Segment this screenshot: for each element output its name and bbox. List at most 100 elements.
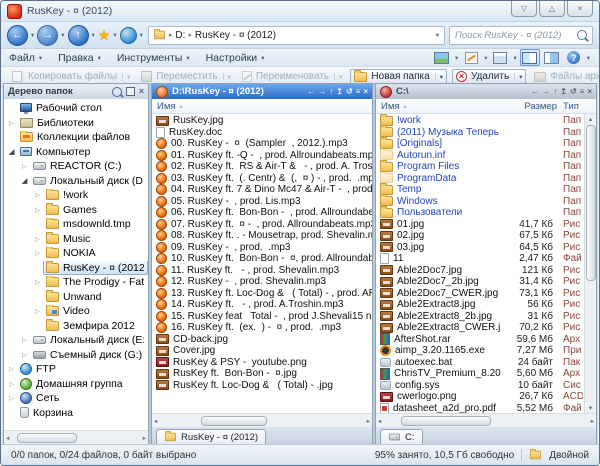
tree-scroll-thumb[interactable] — [17, 433, 77, 443]
scroll-left-icon[interactable]: ◂ — [378, 417, 381, 425]
toolbar-copy-button[interactable]: Копировать файлы▾ — [9, 70, 133, 83]
layout-dropdown-icon[interactable]: ▾ — [512, 54, 517, 62]
file-row[interactable]: 14. RusKey ft. - , prod. A.Troshin.mp3 — [152, 299, 372, 311]
panel-close-icon[interactable]: × — [363, 88, 368, 96]
file-row[interactable]: cwerlogo.png26,7 КбACD — [376, 391, 596, 403]
file-row[interactable]: 00. RusKey - ¤ (Sampler , 2012.).mp3 — [152, 138, 372, 150]
file-row[interactable]: (2011) Музыка Теперь ЛегальнаПап — [376, 127, 596, 139]
tree-item[interactable]: ▷Домашняя группа — [4, 377, 148, 392]
tree-undock-icon[interactable] — [126, 87, 135, 96]
toolbar-move-button[interactable]: Переместить▾ — [138, 70, 234, 83]
expander-icon[interactable]: ▷ — [19, 351, 30, 359]
file-row[interactable]: config.sys10 байтСис — [376, 380, 596, 392]
panel-menu-icon[interactable]: ≡ — [356, 88, 361, 96]
tree-item[interactable]: ◢Локальный диск (D:) — [4, 174, 148, 189]
minimize-button[interactable]: ▽ — [511, 1, 537, 17]
file-row[interactable]: !workПап — [376, 115, 596, 127]
panel-c-vertical-scrollbar[interactable]: ▴ ▾ — [584, 114, 596, 413]
file-row[interactable]: Able2Extract8_CWER.jpg70,2 КбРис — [376, 322, 596, 334]
scroll-left-icon[interactable]: ◂ — [6, 434, 9, 442]
panel-d-horizontal-scrollbar[interactable]: ◂ ▸ — [152, 413, 372, 427]
panel-back-icon[interactable]: ← — [307, 88, 315, 96]
tree-item[interactable]: Коллекции файлов — [4, 130, 148, 145]
tree-item[interactable]: ▷Локальный диск (E:) — [4, 333, 148, 348]
menu-item-2[interactable]: Инструменты▾ — [117, 52, 190, 64]
file-row[interactable]: 09. RusKey - , prod. .mp3 — [152, 242, 372, 254]
panel-d-column-header[interactable]: Имя▴ — [152, 99, 372, 114]
panel-c-scroll-thumb[interactable] — [586, 125, 596, 281]
tree-horizontal-scrollbar[interactable]: ◂ ▸ — [4, 430, 148, 444]
tree-item[interactable]: ▷FTP — [4, 362, 148, 377]
menu-item-0[interactable]: Файл▾ — [9, 52, 42, 64]
tree-item[interactable]: ▷Библиотеки — [4, 116, 148, 131]
file-row[interactable]: AfterShot.rar59,6 МбАрх — [376, 334, 596, 346]
file-row[interactable]: datasheet_a2d_pro.pdf5,52 МбФай — [376, 403, 596, 414]
tree-item[interactable]: RusKey - ¤ (2012) — [4, 261, 148, 276]
tree-item[interactable]: ◢Компьютер — [4, 145, 148, 160]
expander-icon[interactable]: ▷ — [32, 278, 43, 286]
up-dropdown-icon[interactable]: ▾ — [91, 31, 96, 39]
file-row[interactable]: 15. RusKey feat Total - , prod J.Shevali… — [152, 311, 372, 323]
tab-c-drive[interactable]: C: — [380, 429, 423, 444]
file-row[interactable]: RusKey ft. Bon-Bon - ¤.jpg — [152, 368, 372, 380]
expander-icon[interactable]: ▷ — [32, 307, 43, 315]
file-row[interactable]: Able2Doc7_2b.jpg31,4 КбРис — [376, 276, 596, 288]
search-box[interactable]: Поиск RusKey - ¤ (2012) — [449, 26, 593, 45]
file-row[interactable]: RusKey.jpg — [152, 115, 372, 127]
dual-pane-toggle[interactable] — [520, 49, 540, 66]
toolbar-newfolder-button[interactable]: Новая папка▾ — [350, 69, 447, 84]
file-row[interactable]: 112,47 КбФай — [376, 253, 596, 265]
file-row[interactable]: ProgramDataПап — [376, 173, 596, 185]
expander-icon[interactable]: ▷ — [32, 235, 43, 243]
tree-item[interactable]: ▷REACTOR (C:) — [4, 159, 148, 174]
panel-up-icon[interactable]: ↑ — [329, 88, 333, 96]
file-row[interactable]: 05. RusKey - , prod. Lis.mp3 — [152, 196, 372, 208]
back-button[interactable]: ← — [7, 25, 28, 46]
help-button[interactable]: ? — [564, 49, 584, 66]
file-row[interactable]: 01. RusKey ft. -Q - , prod. Allroundabea… — [152, 150, 372, 162]
toolbar-archive-button[interactable]: Файлы архивов▾ — [531, 70, 600, 83]
network-globe-icon[interactable] — [120, 27, 137, 44]
file-row[interactable]: Able2Doc7_CWER.jpg73,1 КбРис — [376, 288, 596, 300]
layout-button[interactable] — [490, 49, 510, 66]
scroll-left-icon[interactable]: ◂ — [154, 417, 157, 425]
image-tools-dropdown-icon[interactable]: ▾ — [454, 54, 459, 62]
favorites-star-icon[interactable]: ★ — [98, 28, 111, 42]
expander-icon[interactable]: ▷ — [6, 119, 17, 127]
edit-tools-dropdown-icon[interactable]: ▾ — [483, 54, 488, 62]
file-row[interactable]: TempПап — [376, 184, 596, 196]
file-row[interactable]: 08. RusKey ft. . - Mousetrap, prod. Shev… — [152, 230, 372, 242]
panel-root-icon[interactable]: ↥ — [336, 88, 343, 96]
file-row[interactable]: RusKey.doc — [152, 127, 372, 139]
expander-icon[interactable]: ▷ — [32, 206, 43, 214]
panel-root-icon[interactable]: ↥ — [560, 88, 567, 96]
tree-close-icon[interactable]: × — [139, 87, 144, 96]
expander-icon[interactable]: ◢ — [6, 147, 17, 156]
file-row[interactable]: 13. RusKey ft. Loc-Dog & ( Total) - , pr… — [152, 288, 372, 300]
file-row[interactable]: WindowsПап — [376, 196, 596, 208]
file-row[interactable]: 02. RusKey ft. RS & Air-T & - , prod. A.… — [152, 161, 372, 173]
panel-c-scroll-thumb-h[interactable] — [401, 416, 491, 426]
column-size-label[interactable]: Размер — [509, 101, 557, 112]
file-row[interactable]: CD-back.jpg — [152, 334, 372, 346]
expander-icon[interactable]: ▷ — [6, 394, 17, 402]
panel-back-icon[interactable]: ← — [531, 88, 539, 96]
preview-pane-button[interactable] — [542, 49, 562, 66]
file-row[interactable]: 10. RusKey ft. Bon-Bon - ¤, prod. Allrou… — [152, 253, 372, 265]
menu-item-3[interactable]: Настройки▾ — [206, 52, 265, 64]
back-dropdown-icon[interactable]: ▾ — [30, 31, 35, 39]
file-row[interactable]: RusKey & PSY - youtube.png — [152, 357, 372, 369]
file-row[interactable]: ChrisTV_Premium_8.20.rar5,60 МбАрх — [376, 368, 596, 380]
breadcrumb-drive[interactable]: D: — [175, 30, 185, 41]
edit-tools-button[interactable] — [461, 49, 481, 66]
file-row[interactable]: aimp_3.20.1165.exe7,27 МбПри — [376, 345, 596, 357]
expander-icon[interactable]: ▷ — [19, 162, 30, 170]
toolbar-rename-button[interactable]: Переименовать▾ — [239, 70, 346, 83]
file-row[interactable]: 03.jpg64,5 КбРис — [376, 242, 596, 254]
maximize-button[interactable]: △ — [539, 1, 565, 17]
file-row[interactable]: RusKey ft. Loc-Dog & ( Total) - .jpg — [152, 380, 372, 392]
file-row[interactable]: autoexec.bat24 байтПак — [376, 357, 596, 369]
column-type-label[interactable]: Тип — [563, 101, 583, 112]
scroll-right-icon[interactable]: ▸ — [143, 434, 146, 442]
toolbar-delete-button[interactable]: Удалить▾ — [452, 69, 526, 84]
